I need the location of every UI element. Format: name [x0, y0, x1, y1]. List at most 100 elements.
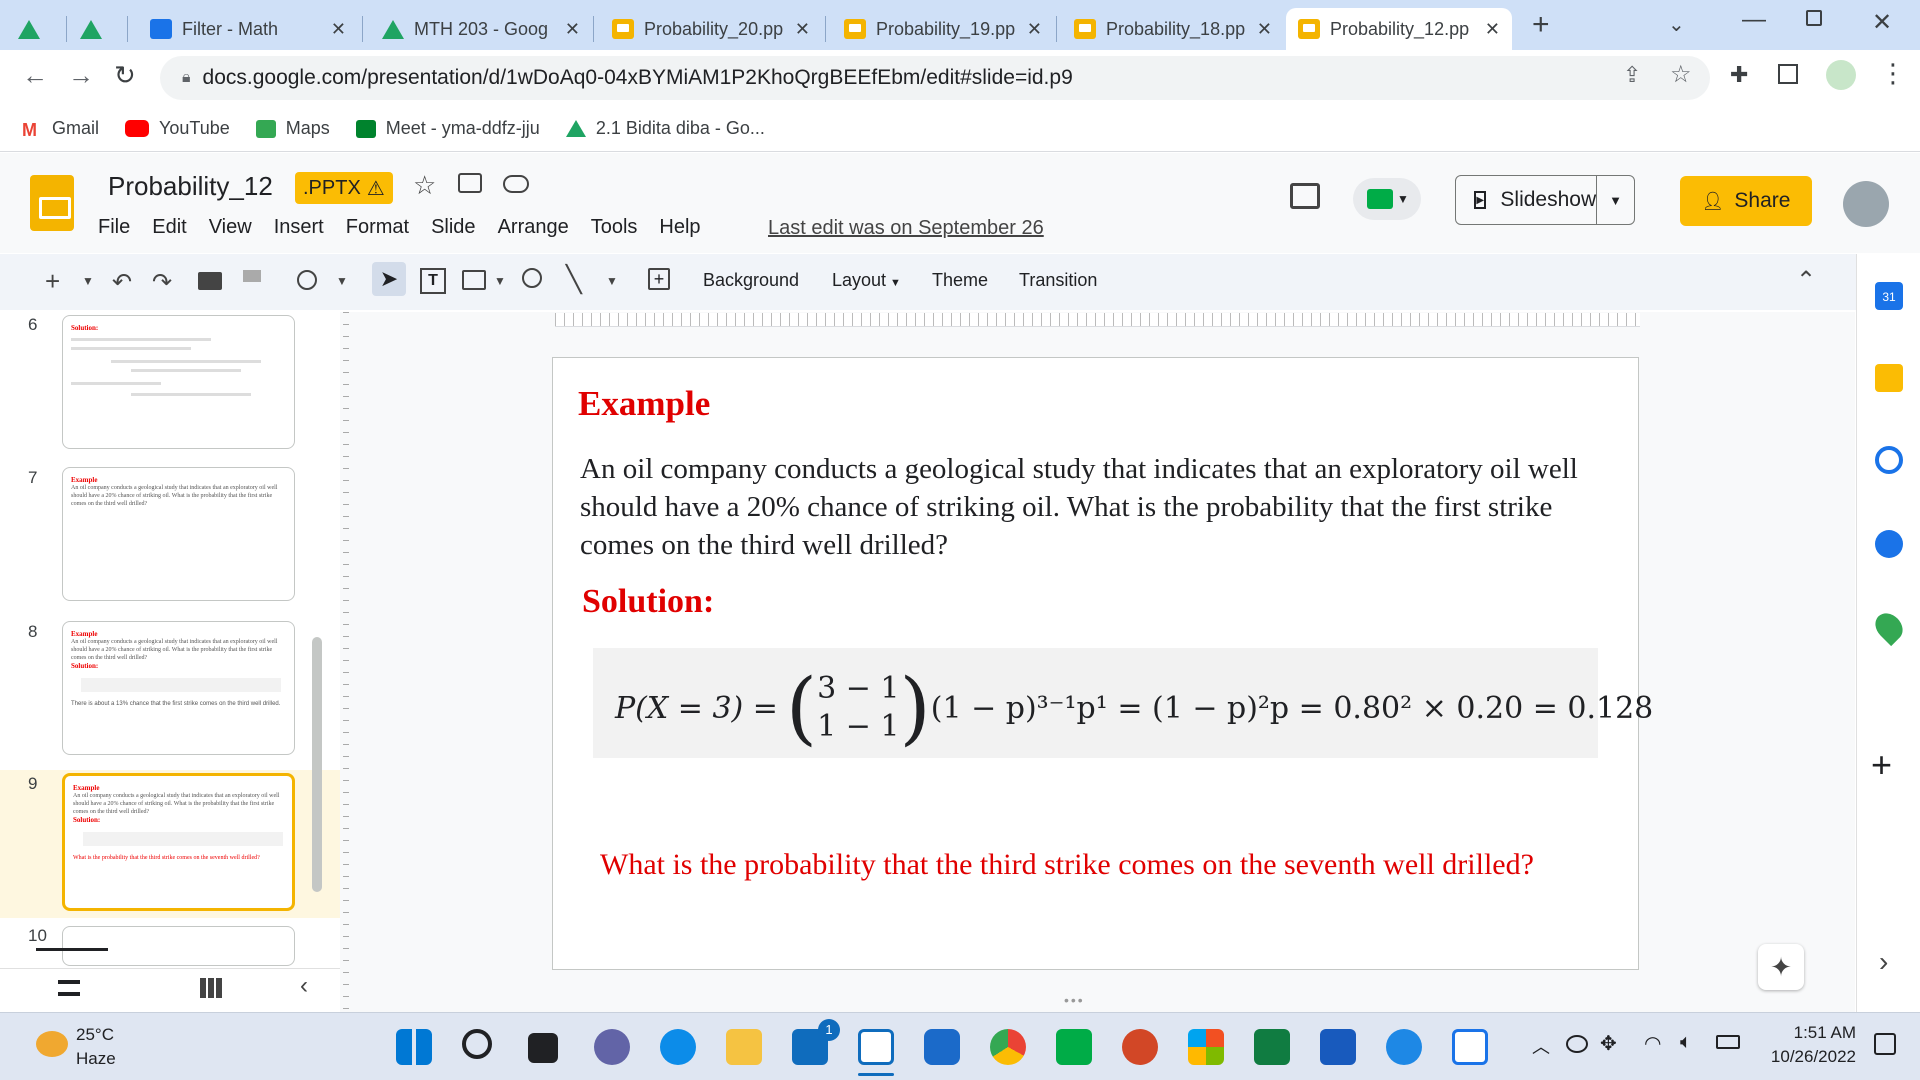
- clock-date[interactable]: 10/26/2022: [1756, 1047, 1856, 1067]
- tab-probability-19[interactable]: Probability_19.pp ✕: [832, 8, 1054, 50]
- tray-overflow-icon[interactable]: ︿: [1532, 1033, 1550, 1059]
- forward-icon[interactable]: →: [68, 60, 94, 91]
- new-slide-icon[interactable]: +: [45, 266, 60, 297]
- menu-arrange[interactable]: Arrange: [498, 216, 569, 239]
- tab-probability-12[interactable]: Probability_12.pp ✕: [1286, 8, 1512, 50]
- menu-slide[interactable]: Slide: [431, 216, 475, 239]
- share-page-icon[interactable]: ⇪: [1623, 62, 1641, 88]
- filmstrip-view-icon[interactable]: [58, 980, 80, 996]
- dropbox-icon[interactable]: ✥: [1600, 1031, 1617, 1056]
- search-icon[interactable]: [462, 1029, 492, 1059]
- close-icon[interactable]: ✕: [331, 19, 346, 40]
- more-menu-icon[interactable]: ⋮: [1880, 58, 1906, 89]
- start-icon[interactable]: [396, 1029, 432, 1065]
- menu-edit[interactable]: Edit: [152, 216, 186, 239]
- tab-probability-18[interactable]: Probability_18.pp ✕: [1062, 8, 1284, 50]
- menu-help[interactable]: Help: [659, 216, 700, 239]
- tab-probability-20[interactable]: Probability_20.pp ✕: [600, 8, 822, 50]
- cloud-status-icon[interactable]: [503, 175, 529, 193]
- slide-thumbnail-10[interactable]: [62, 926, 295, 966]
- contacts-icon[interactable]: [1875, 530, 1903, 558]
- address-bar[interactable]: 🔒︎ docs.google.com/presentation/d/1wDoAq…: [160, 56, 1710, 100]
- slide-title[interactable]: Example: [578, 384, 710, 424]
- calendar-icon[interactable]: 31: [1875, 282, 1903, 310]
- slide-body-text[interactable]: An oil company conducts a geological stu…: [580, 450, 1580, 564]
- menu-insert[interactable]: Insert: [274, 216, 324, 239]
- paint-format-icon[interactable]: [243, 270, 261, 282]
- store-icon[interactable]: [1188, 1029, 1224, 1065]
- slide-solution-heading[interactable]: Solution:: [582, 583, 714, 621]
- slide-thumbnail-6[interactable]: Solution:: [62, 315, 295, 449]
- restore-icon[interactable]: [1806, 10, 1822, 26]
- menu-format[interactable]: Format: [346, 216, 409, 239]
- tray-app-icon[interactable]: [1566, 1035, 1588, 1053]
- bookmark-maps[interactable]: Maps: [255, 118, 330, 139]
- meet-app-icon[interactable]: [1056, 1029, 1092, 1065]
- bookmark-meet[interactable]: Meet - yma-ddfz-jju: [355, 118, 540, 139]
- slideshow-button[interactable]: ▶ Slideshow ▼: [1455, 175, 1635, 225]
- chevron-down-icon[interactable]: ▼: [1596, 176, 1622, 224]
- slide-question[interactable]: What is the probability that the third s…: [600, 848, 1534, 882]
- slides-logo-icon[interactable]: [30, 175, 74, 231]
- tab-search-icon[interactable]: ⌄: [1668, 12, 1685, 37]
- add-addon-icon[interactable]: +: [1871, 744, 1892, 786]
- wifi-icon[interactable]: ◠: [1644, 1031, 1661, 1056]
- tasks-icon[interactable]: [1875, 446, 1903, 474]
- collapse-filmstrip-icon[interactable]: ‹: [300, 972, 308, 1000]
- chrome-icon[interactable]: [990, 1029, 1026, 1065]
- transition-button[interactable]: Transition: [1019, 270, 1097, 291]
- screen-capture-icon[interactable]: [858, 1029, 894, 1065]
- filmstrip-scrollbar[interactable]: [312, 637, 322, 892]
- weather-icon[interactable]: [36, 1031, 68, 1057]
- menu-file[interactable]: File: [98, 216, 130, 239]
- app-window-icon[interactable]: [1452, 1029, 1488, 1065]
- volume-icon[interactable]: 🔈︎: [1680, 1031, 1692, 1054]
- sidebar-icon[interactable]: [1778, 64, 1798, 84]
- tab-drive-2[interactable]: [80, 8, 120, 50]
- undo-icon[interactable]: ↶: [112, 268, 132, 297]
- last-edit-link[interactable]: Last edit was on September 26: [768, 217, 1044, 240]
- redo-icon[interactable]: ↷: [152, 268, 172, 297]
- theme-button[interactable]: Theme: [932, 270, 988, 291]
- bookmark-gmail[interactable]: M Gmail: [22, 118, 99, 140]
- meet-button[interactable]: ▼: [1353, 178, 1421, 220]
- file-explorer-icon[interactable]: [726, 1029, 762, 1065]
- bookmark-star-icon[interactable]: ☆: [1670, 60, 1692, 89]
- chevron-down-icon[interactable]: ▼: [494, 274, 506, 288]
- bookmark-drive[interactable]: 2.1 Bidita diba - Go...: [565, 118, 765, 139]
- menu-tools[interactable]: Tools: [591, 216, 638, 239]
- document-title[interactable]: Probability_12: [108, 171, 273, 202]
- slide-canvas[interactable]: Example An oil company conducts a geolog…: [552, 357, 1653, 970]
- menu-view[interactable]: View: [209, 216, 252, 239]
- close-icon[interactable]: ✕: [1257, 19, 1272, 40]
- slide-thumbnail-8[interactable]: Example An oil company conducts a geolog…: [62, 621, 295, 755]
- slide-thumbnail-7[interactable]: Example An oil company conducts a geolog…: [62, 467, 295, 601]
- comments-icon[interactable]: [1290, 183, 1320, 209]
- edge-icon[interactable]: [660, 1029, 696, 1065]
- weather-temp[interactable]: 25°C: [76, 1025, 114, 1045]
- collapse-toolbar-icon[interactable]: ⌃: [1796, 266, 1816, 295]
- new-tab-icon[interactable]: +: [1532, 8, 1550, 42]
- share-button[interactable]: 👤︎ Share: [1680, 176, 1812, 226]
- help-icon[interactable]: [1386, 1029, 1422, 1065]
- chevron-down-icon[interactable]: ▼: [336, 274, 348, 288]
- extensions-icon[interactable]: ✚: [1730, 62, 1748, 88]
- line-icon[interactable]: ╲: [566, 264, 582, 295]
- notifications-icon[interactable]: [1874, 1033, 1896, 1055]
- grid-view-icon[interactable]: [200, 978, 222, 998]
- layout-button[interactable]: Layout ▼: [832, 270, 901, 291]
- close-window-icon[interactable]: ✕: [1872, 8, 1892, 37]
- speaker-notes-handle[interactable]: •••: [1064, 992, 1085, 1008]
- comment-add-icon[interactable]: +: [648, 268, 670, 290]
- tab-drive-1[interactable]: [18, 8, 58, 50]
- bookmark-youtube[interactable]: YouTube: [125, 118, 230, 139]
- chat-icon[interactable]: [594, 1029, 630, 1065]
- show-side-panel-icon[interactable]: ›: [1879, 946, 1888, 978]
- pptx-badge[interactable]: .PPTX ⚠: [295, 172, 393, 204]
- reload-icon[interactable]: ↻: [114, 60, 136, 91]
- task-view-icon[interactable]: [528, 1033, 558, 1063]
- move-icon[interactable]: [458, 173, 482, 193]
- keep-icon[interactable]: [1875, 364, 1903, 392]
- close-icon[interactable]: ✕: [1027, 19, 1042, 40]
- profile-avatar[interactable]: [1826, 60, 1856, 90]
